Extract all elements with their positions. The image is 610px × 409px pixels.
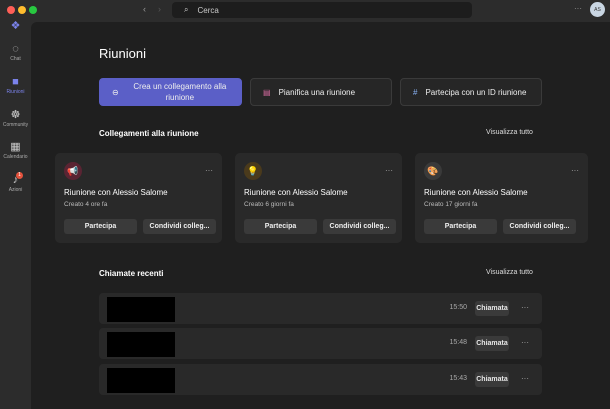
share-link-button[interactable]: Condividi colleg... [143, 219, 216, 234]
call-button[interactable]: Chiamata [475, 372, 509, 387]
sidebar-item-riunioni[interactable]: ■ Riunioni [0, 76, 31, 95]
share-link-button[interactable]: Condividi colleg... [503, 219, 576, 234]
redacted-contact [107, 368, 175, 393]
search-input[interactable]: ⌕ Cerca [172, 2, 472, 18]
sidebar-item-azioni[interactable]: ♪ Azioni 1 [0, 172, 31, 193]
page-title: Riunioni [99, 46, 146, 61]
video-camera-icon: ■ [12, 76, 19, 88]
redacted-contact [107, 297, 175, 322]
join-button[interactable]: Partecipa [244, 219, 317, 234]
more-options-icon[interactable]: ··· [385, 166, 393, 175]
sidebar-item-chat[interactable]: ◌ Chat [0, 43, 31, 62]
more-options-icon[interactable]: ··· [521, 303, 529, 312]
megaphone-icon: 📢 [64, 162, 82, 180]
call-row[interactable]: 15:50 Chiamata ··· [99, 293, 542, 324]
close-window-button[interactable] [7, 6, 15, 14]
forward-icon[interactable]: › [158, 4, 161, 14]
view-all-calls[interactable]: Visualizza tutto [486, 269, 533, 276]
redacted-contact [107, 332, 175, 357]
notification-badge: 1 [16, 172, 23, 179]
section-title-calls: Chiamate recenti [99, 269, 164, 278]
view-all-links[interactable]: Visualizza tutto [486, 129, 533, 136]
call-row[interactable]: 15:48 Chiamata ··· [99, 328, 542, 359]
more-options-icon[interactable]: ··· [205, 166, 213, 175]
avatar[interactable]: AS [590, 2, 605, 17]
lightbulb-icon: 💡 [244, 162, 262, 180]
search-icon: ⌕ [184, 5, 189, 14]
call-row[interactable]: 15:43 Chiamata ··· [99, 364, 542, 395]
sidebar-item-calendario[interactable]: ▦ Calendario [0, 141, 31, 160]
sidebar-item-community[interactable]: ☸ Community [0, 109, 31, 128]
calendar-icon: ▦ [10, 141, 21, 153]
calendar-note-icon: ▤ [263, 87, 271, 97]
meeting-link-card: 📢 ··· Riunione con Alessio Salome Creato… [55, 153, 222, 243]
create-link-button[interactable]: ⊖ Crea un collegamento alla riunione [99, 78, 242, 106]
maximize-window-button[interactable] [29, 6, 37, 14]
back-icon[interactable]: ‹ [143, 4, 146, 14]
share-link-button[interactable]: Condividi colleg... [323, 219, 396, 234]
link-icon: ⊖ [112, 87, 119, 97]
more-options-icon[interactable]: ··· [571, 166, 579, 175]
community-icon: ☸ [10, 109, 21, 121]
minimize-window-button[interactable] [18, 6, 26, 14]
hash-icon: # [413, 87, 418, 97]
call-button[interactable]: Chiamata [475, 301, 509, 316]
chat-icon: ◌ [12, 43, 19, 55]
schedule-meeting-button[interactable]: ▤ Pianifica una riunione [250, 78, 392, 106]
call-button[interactable]: Chiamata [475, 336, 509, 351]
meeting-link-card: 💡 ··· Riunione con Alessio Salome Creato… [235, 153, 402, 243]
more-options-icon[interactable]: ··· [521, 338, 529, 347]
join-button[interactable]: Partecipa [64, 219, 137, 234]
meeting-link-card: 🎨 ··· Riunione con Alessio Salome Creato… [415, 153, 588, 243]
palette-icon: 🎨 [424, 162, 442, 180]
teams-logo-icon: ❖ [10, 20, 21, 32]
more-options-icon[interactable]: ··· [574, 4, 582, 13]
join-button[interactable]: Partecipa [424, 219, 497, 234]
join-with-id-button[interactable]: # Partecipa con un ID riunione [400, 78, 542, 106]
section-title-links: Collegamenti alla riunione [99, 129, 199, 138]
more-options-icon[interactable]: ··· [521, 374, 529, 383]
